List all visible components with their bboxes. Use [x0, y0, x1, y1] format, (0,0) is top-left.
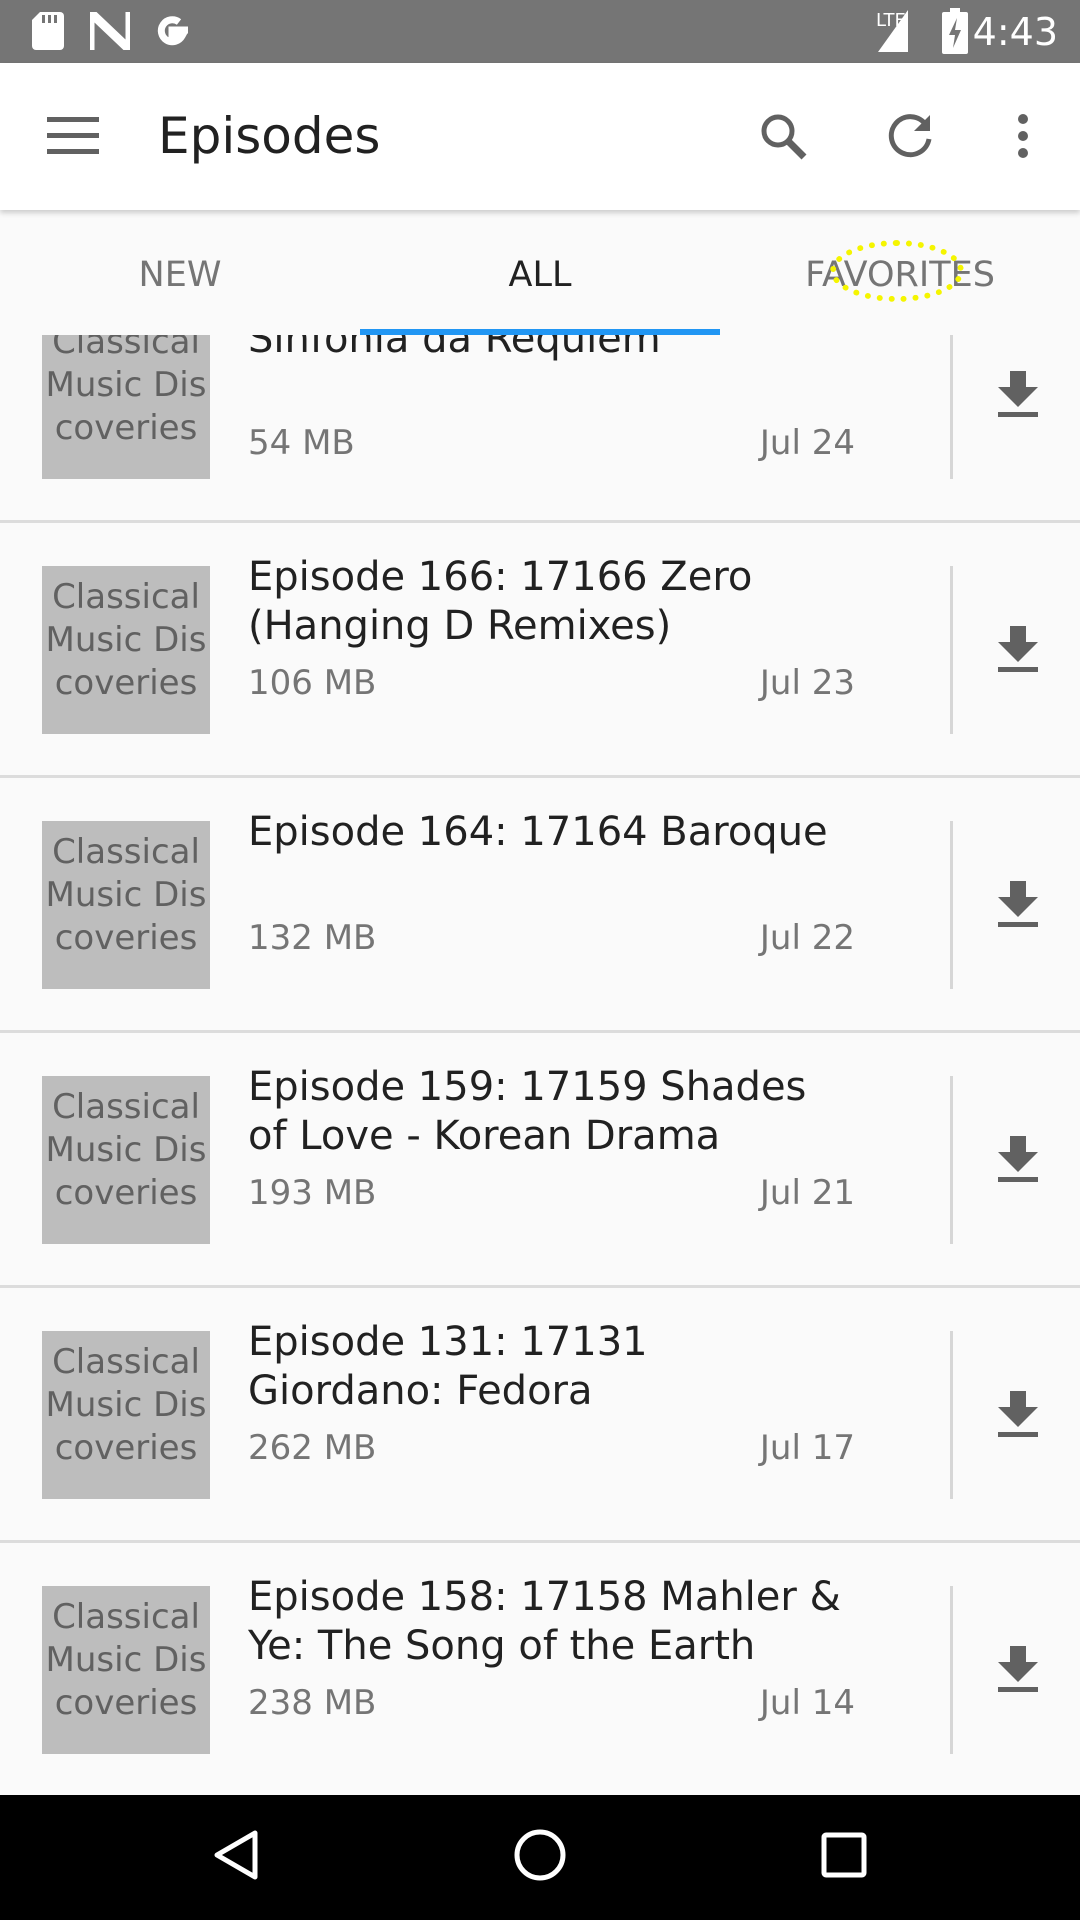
list-item[interactable]: Classical Music Dis coveries Episode 131…: [0, 1288, 1080, 1543]
download-icon: [998, 1390, 1038, 1442]
download-button[interactable]: [985, 873, 1051, 939]
download-icon: [998, 1135, 1038, 1187]
more-options-button[interactable]: [988, 103, 1058, 173]
page-title: Episodes: [158, 107, 381, 165]
episode-date: Jul 24: [759, 423, 855, 463]
home-icon: [513, 1828, 567, 1887]
active-tab-indicator: [360, 329, 720, 335]
download-button[interactable]: [985, 1383, 1051, 1449]
episode-title: Episode 131: 17131 Giordano: Fedora: [248, 1319, 648, 1414]
download-button[interactable]: [985, 1128, 1051, 1194]
tab-new[interactable]: NEW: [0, 255, 360, 295]
episode-date: Jul 22: [759, 918, 855, 958]
episode-title: Episode 159: 17159 Shades of Love - Kore…: [248, 1064, 807, 1159]
podcast-thumbnail: Classical Music Dis coveries: [42, 566, 210, 734]
episode-size: 132 MB: [248, 918, 377, 958]
episode-date: Jul 21: [759, 1173, 855, 1213]
recents-button[interactable]: [804, 1817, 884, 1897]
system-nav-bar: [0, 1795, 1080, 1920]
more-vert-icon: [1017, 113, 1029, 164]
divider: [950, 566, 953, 734]
episode-title: Episode 166: 17166 Zero (Hanging D Remix…: [248, 554, 753, 649]
divider: [950, 1586, 953, 1754]
episode-size: 238 MB: [248, 1683, 377, 1723]
podcast-thumbnail: Classical Music Dis coveries: [42, 1331, 210, 1499]
download-button[interactable]: [985, 618, 1051, 684]
podcast-thumbnail: Classical Music Dis coveries: [42, 1076, 210, 1244]
divider: [950, 1331, 953, 1499]
episode-date: Jul 23: [759, 663, 855, 703]
home-button[interactable]: [500, 1817, 580, 1897]
podcast-thumbnail: Classical Music Dis coveries: [42, 1586, 210, 1754]
list-item[interactable]: Classical Music Dis coveries Episode 158…: [0, 1543, 1080, 1795]
download-button[interactable]: [985, 1638, 1051, 1704]
list-item[interactable]: Classical Music Dis coveries Episode 166…: [0, 523, 1080, 778]
episode-title: Episode 158: 17158 Mahler & Ye: The Song…: [248, 1574, 841, 1669]
podcast-thumbnail: Classical Music Dis coveries: [42, 821, 210, 989]
episode-size: 54 MB: [248, 423, 355, 463]
episode-title: Episode 164: 17164 Baroque: [248, 809, 828, 855]
episode-size: 193 MB: [248, 1173, 377, 1213]
search-button[interactable]: [748, 103, 818, 173]
list-item[interactable]: Classical Music Dis coveries Episode 164…: [0, 778, 1080, 1033]
download-icon: [998, 370, 1038, 422]
tap-indicator: [830, 240, 964, 302]
refresh-button[interactable]: [876, 103, 946, 173]
divider: [950, 1076, 953, 1244]
podcast-thumbnail: Classical Music Dis coveries: [42, 311, 210, 479]
episode-size: 106 MB: [248, 663, 377, 703]
app-bar: Episodes: [0, 63, 1080, 210]
recents-icon: [821, 1832, 867, 1883]
download-icon: [998, 880, 1038, 932]
tab-all[interactable]: ALL: [360, 255, 720, 295]
back-icon: [211, 1829, 261, 1886]
divider: [950, 821, 953, 989]
refresh-icon: [886, 111, 936, 166]
episode-date: Jul 14: [759, 1683, 855, 1723]
download-icon: [998, 1645, 1038, 1697]
download-button[interactable]: [985, 363, 1051, 429]
menu-icon: [47, 116, 99, 160]
download-icon: [998, 625, 1038, 677]
divider: [950, 311, 953, 479]
episode-date: Jul 17: [759, 1428, 855, 1468]
menu-button[interactable]: [38, 103, 108, 173]
episode-size: 262 MB: [248, 1428, 377, 1468]
search-icon: [758, 111, 808, 166]
back-button[interactable]: [196, 1817, 276, 1897]
list-item[interactable]: Classical Music Dis coveries Episode 159…: [0, 1033, 1080, 1288]
